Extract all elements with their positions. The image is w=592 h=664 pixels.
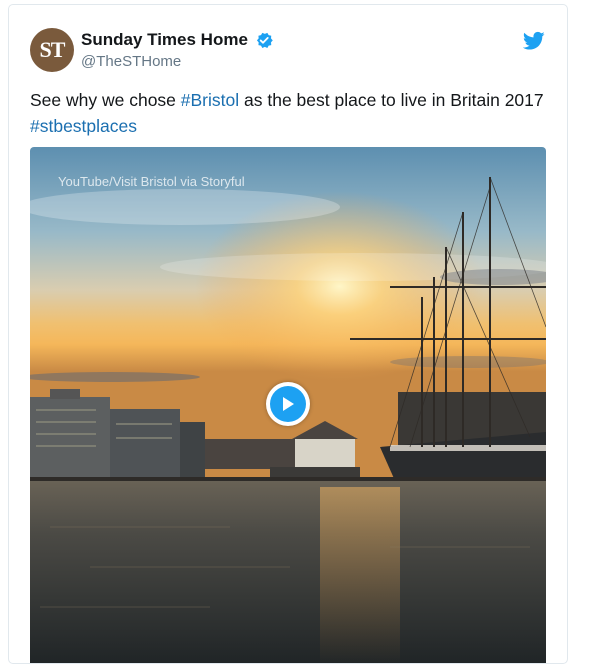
video-thumbnail[interactable]: YouTube/Visit Bristol via Storyful	[30, 147, 546, 663]
video-watermark: YouTube/Visit Bristol via Storyful	[58, 174, 245, 189]
avatar[interactable]: ST	[30, 28, 74, 72]
play-icon	[283, 397, 294, 411]
play-button[interactable]	[266, 382, 310, 426]
twitter-bird-icon[interactable]	[523, 31, 545, 51]
tweet-text: See why we chose #Bristol as the best pl…	[30, 87, 550, 139]
display-name-text[interactable]: Sunday Times Home	[81, 30, 248, 50]
verified-badge-icon	[256, 32, 273, 48]
tweet-text-part: See why we chose	[30, 90, 181, 110]
display-name[interactable]: Sunday Times Home	[81, 30, 274, 50]
hashtag-stbestplaces-link[interactable]: #stbestplaces	[30, 116, 137, 136]
hashtag-bristol-link[interactable]: #Bristol	[181, 90, 239, 110]
play-button-circle	[270, 386, 306, 422]
tweet-card: ST Sunday Times Home @TheSTHome See why …	[8, 4, 568, 664]
tweet-text-part: as the best place to live in Britain 201…	[239, 90, 544, 110]
user-handle[interactable]: @TheSTHome	[81, 53, 181, 70]
